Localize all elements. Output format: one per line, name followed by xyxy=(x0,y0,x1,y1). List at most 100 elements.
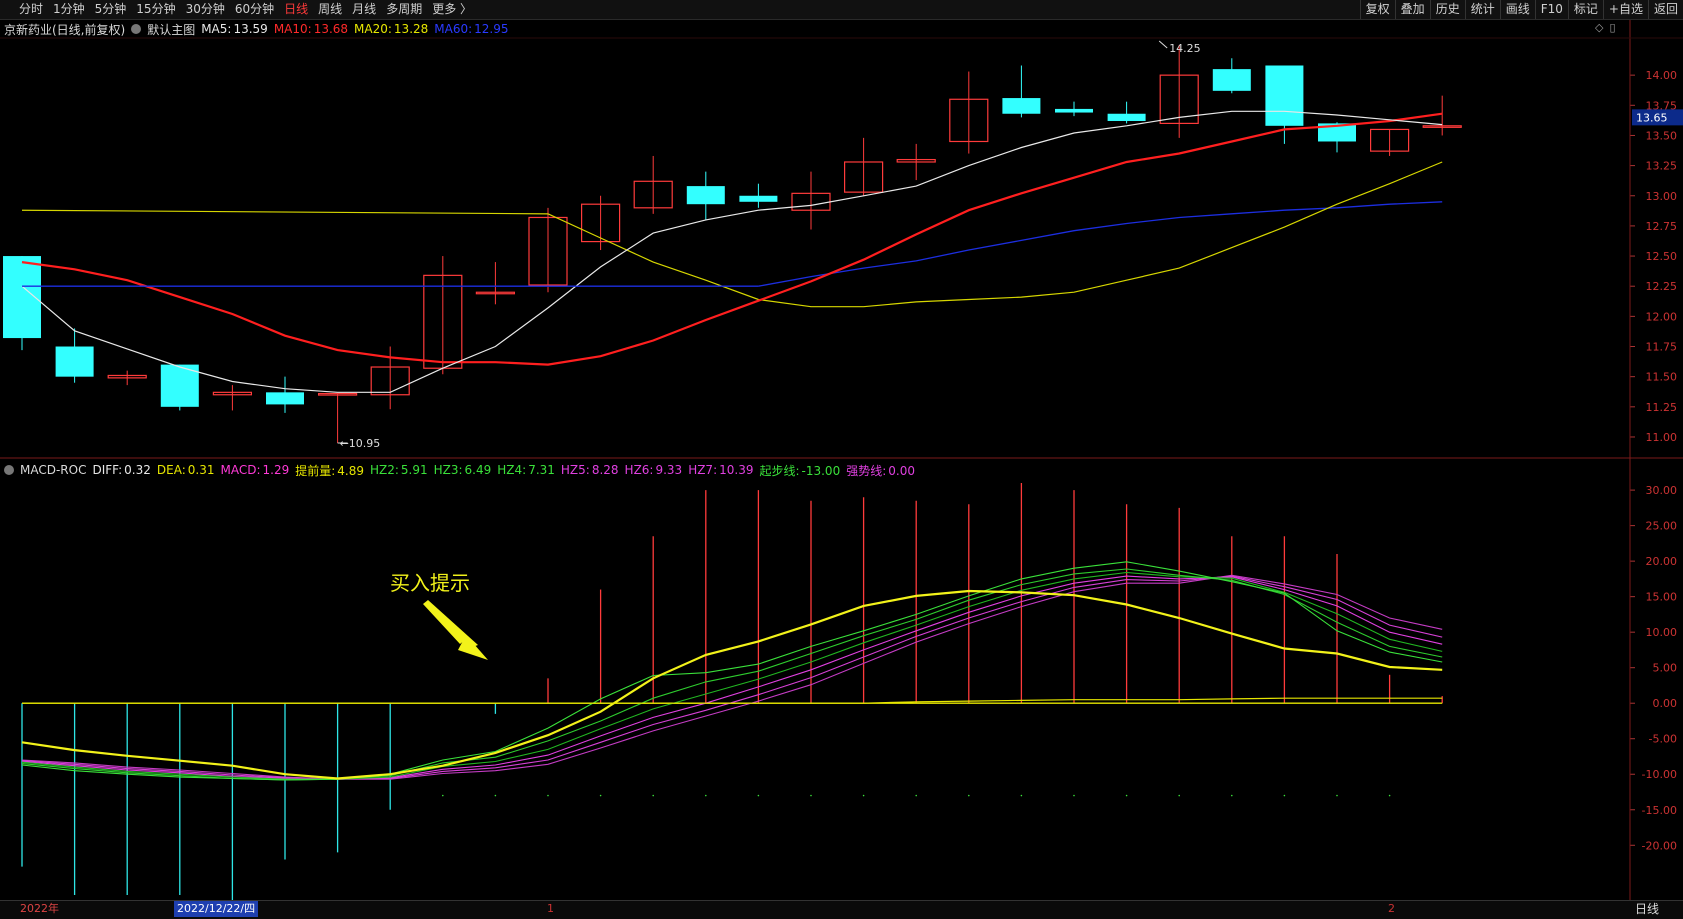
high-label: 14.25 xyxy=(1169,42,1201,55)
candle-body xyxy=(633,180,673,209)
candle-body xyxy=(370,366,410,396)
ma-value: 13.68 xyxy=(313,22,349,36)
indicator-label: DIFF: 0.32 xyxy=(92,463,150,477)
macd-tick-label: 5.00 xyxy=(1653,662,1678,675)
macd-tick-label: 25.00 xyxy=(1646,520,1678,533)
macd-tick-label: 15.00 xyxy=(1646,591,1678,604)
tool-button[interactable]: 标记 xyxy=(1567,0,1603,19)
ma-value: 12.95 xyxy=(474,22,509,36)
hz3-line xyxy=(21,568,1443,781)
ma-label: MA20: 13.28 xyxy=(354,22,428,36)
period-tab[interactable]: 30分钟 xyxy=(181,0,230,19)
price-tick-label: 11.75 xyxy=(1646,341,1678,354)
indicator-name: HZ5: xyxy=(560,463,590,477)
period-tab[interactable]: 更多 〉 xyxy=(427,0,477,19)
start-line-dot xyxy=(547,794,549,797)
panel-icons: ◇ ▯ xyxy=(1595,21,1616,34)
indicator-label: HZ4: 7.31 xyxy=(497,463,555,477)
buy-hint-label: 买入提示 xyxy=(390,571,470,595)
indicator-label: 强势线: 0.00 xyxy=(846,462,915,479)
start-line-dot xyxy=(442,794,444,797)
candle-body xyxy=(580,203,621,243)
tool-button[interactable]: 返回 xyxy=(1647,0,1683,19)
indicator-dropdown-icon[interactable] xyxy=(4,465,14,475)
period-tab[interactable]: 周线 xyxy=(313,0,347,19)
period-tab[interactable]: 日线 xyxy=(279,0,313,19)
period-tab[interactable]: 月线 xyxy=(347,0,381,19)
ma20-line xyxy=(547,161,1443,308)
indicator-value: 10.39 xyxy=(719,463,754,477)
price-tick-label: 14.00 xyxy=(1646,69,1678,82)
price-tick-label: 13.75 xyxy=(1646,99,1678,112)
indicator-name: HZ3: xyxy=(433,463,463,477)
start-line-dot xyxy=(1336,794,1338,797)
tool-button[interactable]: F10 xyxy=(1534,0,1568,19)
start-line-dot xyxy=(1283,794,1286,797)
ma60-line xyxy=(758,201,1443,287)
indicator-name: HZ7: xyxy=(688,463,718,477)
start-line-dot xyxy=(862,794,865,797)
period-tab[interactable]: 15分钟 xyxy=(131,0,180,19)
chart-area[interactable]: 14.00 13.75 13.50 13.25 13.00 12.75 12.50 12.25… xyxy=(0,0,1683,918)
window-icon[interactable]: ▯ xyxy=(1609,21,1615,34)
macd-tick-label: 30.00 xyxy=(1646,484,1678,497)
start-line-dot xyxy=(915,794,917,797)
period-tab[interactable]: 5分钟 xyxy=(90,0,132,19)
indicator-value: 9.33 xyxy=(655,463,683,477)
period-tab[interactable]: 1分钟 xyxy=(48,0,90,19)
start-line-dot xyxy=(705,794,707,797)
period-tab[interactable]: 分时 xyxy=(14,0,48,19)
period-tab[interactable]: 60分钟 xyxy=(230,0,279,19)
candle-body xyxy=(266,392,304,405)
hz4-line xyxy=(21,571,1443,780)
tool-button[interactable]: 统计 xyxy=(1464,0,1500,19)
current-price-box xyxy=(1632,109,1683,126)
price-tick-label: 12.75 xyxy=(1646,220,1678,233)
tool-button[interactable]: +自选 xyxy=(1602,0,1648,19)
ma-name: MA60: xyxy=(434,22,473,36)
stock-title: 京新药业(日线,前复权) xyxy=(4,22,126,37)
macd-tick-label: 0.00 xyxy=(1653,697,1678,710)
price-tick-label: 12.25 xyxy=(1646,280,1678,293)
buy-hint-arrowhead xyxy=(458,635,488,660)
period-tab[interactable]: 多周期 xyxy=(381,0,427,19)
tool-button[interactable]: 画线 xyxy=(1499,0,1535,19)
candle-body xyxy=(949,98,989,143)
price-tick-label: 13.00 xyxy=(1646,190,1678,203)
indicator-label: DEA: 0.31 xyxy=(157,463,215,477)
indicator-value: 5.91 xyxy=(400,463,428,477)
start-line-dot xyxy=(1125,794,1128,797)
start-line-dot xyxy=(652,794,654,797)
template-dropdown-icon[interactable] xyxy=(131,24,142,34)
candle-body xyxy=(160,364,199,407)
indicator-title[interactable]: MACD-ROC xyxy=(20,463,86,477)
diamond-icon[interactable]: ◇ xyxy=(1595,21,1603,34)
ma-label: MA10: 13.68 xyxy=(274,22,348,36)
indicator-panel: 30.00 25.00 20.00 15.00 10.00 5.00 0.00 -5.00 -1… xyxy=(21,483,1678,903)
ma5-line xyxy=(21,110,1443,393)
ma-name: MA5: xyxy=(201,22,232,36)
candle-body xyxy=(791,192,831,211)
tool-button[interactable]: 复权 xyxy=(1359,0,1395,19)
ma-label: MA60: 12.95 xyxy=(434,22,508,36)
candle-body xyxy=(1002,98,1041,114)
indicator-name: HZ6: xyxy=(624,463,654,477)
current-price-label: 13.65 xyxy=(1636,111,1668,124)
indicator-name: HZ2: xyxy=(369,463,399,477)
indicator-label: HZ7: 10.39 xyxy=(688,463,753,477)
indicator-label: 起步线: -13.00 xyxy=(759,462,840,479)
start-line-dot xyxy=(1020,794,1023,797)
tool-buttons: 复权 叠加 历史 统计 画线 F10 标记 +自选 返回 xyxy=(1359,0,1683,19)
macd-tick-label: 10.00 xyxy=(1646,626,1678,639)
corner-button[interactable] xyxy=(0,0,14,19)
candle-body xyxy=(1318,123,1356,142)
macd-tick-label: -10.00 xyxy=(1642,768,1677,781)
tool-button[interactable]: 叠加 xyxy=(1394,0,1430,19)
tool-button[interactable]: 历史 xyxy=(1429,0,1465,19)
candle-body xyxy=(1055,108,1093,113)
indicator-value: 0.32 xyxy=(124,463,151,477)
indicator-name: 提前量: xyxy=(295,463,336,478)
indicator-value: 4.89 xyxy=(337,463,364,478)
template-label[interactable]: 默认主图 xyxy=(147,21,195,38)
candle-body xyxy=(1369,128,1410,152)
